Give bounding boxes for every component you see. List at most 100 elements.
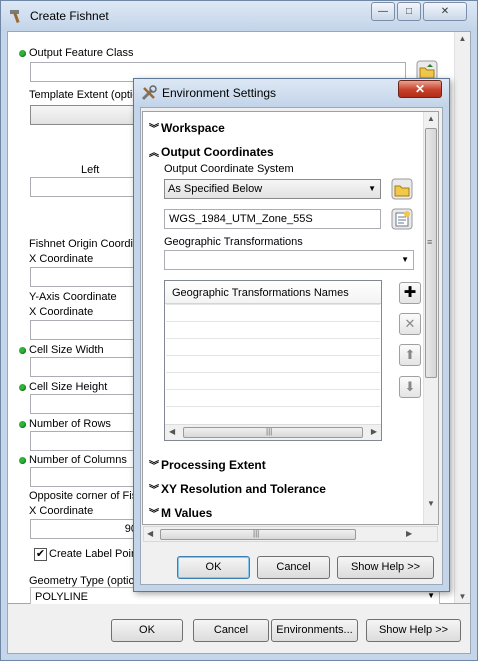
number-of-columns-label: Number of Columns [29, 454, 127, 466]
coordinate-mode-dropdown[interactable]: As Specified Below ▼ [164, 179, 381, 199]
chevron-down-icon: ▼ [401, 255, 409, 264]
fishnet-cancel-button[interactable]: Cancel [193, 619, 269, 642]
env-cancel-button[interactable]: Cancel [257, 556, 330, 579]
transformations-grid[interactable]: Geographic Transformations Names ◀ ||| ▶ [164, 280, 382, 441]
cell-size-width-label: Cell Size Width [29, 344, 104, 356]
cell-size-width-input[interactable] [30, 357, 140, 377]
number-of-rows-input[interactable] [30, 431, 140, 451]
env-title-bar[interactable]: Environment Settings ✕ [134, 79, 449, 107]
add-icon[interactable]: ✚ [399, 282, 421, 304]
origin-coordinate-label: Fishnet Origin Coordin [29, 238, 140, 250]
y-axis-x-label: X Coordinate [29, 306, 94, 318]
grid-scroll-thumb[interactable]: ||| [183, 427, 363, 438]
env-show-help-button[interactable]: Show Help >> [337, 556, 434, 579]
m-values-section-header[interactable]: ︾ M Values [149, 505, 212, 520]
minimize-button[interactable]: — [371, 2, 395, 21]
left-label: Left [81, 164, 100, 176]
table-row[interactable] [166, 338, 380, 355]
create-label-points-label: Create Label Poin [49, 548, 138, 560]
env-scroll-thumb[interactable]: ≡ [425, 128, 437, 378]
chevron-down-double-icon: ︾ [149, 509, 159, 520]
number-of-rows-label: Number of Rows [29, 418, 111, 430]
coordinate-mode-value: As Specified Below [168, 183, 263, 195]
transformations-grid-header: Geographic Transformations Names [165, 281, 381, 304]
geometry-type-value: POLYLINE [35, 591, 88, 603]
chevron-down-icon: ▼ [368, 184, 376, 193]
transformations-names-header: Geographic Transformations Names [172, 287, 349, 299]
grid-horizontal-scrollbar[interactable]: ◀ ||| ▶ [165, 424, 381, 440]
opposite-corner-label: Opposite corner of Fis [29, 490, 138, 502]
coordinate-system-value: WGS_1984_UTM_Zone_55S [169, 213, 313, 225]
output-feature-class-label: Output Feature Class [29, 47, 134, 59]
extent-left-input[interactable] [30, 177, 140, 197]
scroll-grip-icon: ≡ [427, 237, 433, 247]
env-vertical-scrollbar[interactable]: ▲ ≡ ▼ [423, 112, 438, 524]
env-close-button[interactable]: ✕ [398, 80, 442, 98]
coordinate-properties-icon[interactable] [391, 208, 413, 230]
table-row[interactable] [166, 406, 380, 423]
origin-x-label: X Coordinate [29, 253, 94, 265]
maximize-button[interactable]: □ [397, 2, 421, 21]
chevron-down-double-icon: ︾ [149, 485, 159, 496]
remove-icon[interactable]: ✕ [399, 313, 421, 335]
xy-resolution-section-header[interactable]: ︾ XY Resolution and Tolerance [149, 481, 326, 496]
environment-settings-dialog: Environment Settings ✕ ︾ Workspace ︽ Outpu… [133, 78, 450, 592]
scroll-left-arrow-icon[interactable]: ◀ [169, 427, 175, 436]
cell-size-height-input[interactable] [30, 394, 140, 414]
table-row[interactable] [166, 321, 380, 338]
environments-button[interactable]: Environments... [271, 619, 358, 642]
table-row[interactable] [166, 355, 380, 372]
workspace-section-header[interactable]: ︾ Workspace [149, 120, 225, 135]
env-horizontal-scrollbar[interactable]: ◀ ||| ▶ [143, 526, 438, 542]
create-label-points-checkbox[interactable]: ✔ [34, 548, 47, 561]
fishnet-button-bar: OK Cancel Environments... Show Help >> [7, 604, 471, 654]
move-down-icon[interactable]: ⬇ [399, 376, 421, 398]
env-settings-pane: ︾ Workspace ︽ Output Coordinates Output Co… [142, 111, 439, 525]
env-title: Environment Settings [162, 86, 277, 100]
y-axis-x-input[interactable] [30, 320, 140, 340]
table-row[interactable] [166, 389, 380, 406]
scroll-right-arrow-icon[interactable]: ▶ [406, 529, 412, 538]
scroll-down-arrow-icon[interactable]: ▼ [455, 592, 470, 601]
number-of-columns-input[interactable] [30, 467, 140, 487]
opposite-x-input[interactable]: 90 [30, 519, 140, 539]
tools-icon [141, 85, 157, 101]
opposite-x-label: X Coordinate [29, 505, 94, 517]
chevron-down-double-icon: ︾ [149, 124, 159, 135]
cell-size-height-label: Cell Size Height [29, 381, 108, 393]
move-up-icon[interactable]: ⬆ [399, 344, 421, 366]
required-dot-icon [19, 384, 26, 391]
fishnet-title-bar[interactable]: Create Fishnet — □ ✕ [1, 1, 477, 31]
scroll-right-arrow-icon[interactable]: ▶ [371, 427, 377, 436]
origin-x-input[interactable] [30, 267, 140, 287]
chevron-up-double-icon: ︽ [149, 148, 159, 159]
output-coordinates-section-header[interactable]: ︽ Output Coordinates [149, 144, 274, 159]
chevron-down-double-icon: ︾ [149, 461, 159, 472]
coordinate-system-input[interactable]: WGS_1984_UTM_Zone_55S [164, 209, 381, 229]
fishnet-ok-button[interactable]: OK [111, 619, 183, 642]
scroll-grip-icon: ||| [266, 427, 273, 436]
required-dot-icon [19, 457, 26, 464]
fishnet-title: Create Fishnet [30, 9, 109, 23]
table-row[interactable] [166, 304, 380, 321]
scroll-up-arrow-icon[interactable]: ▲ [424, 114, 438, 123]
fishnet-show-help-button[interactable]: Show Help >> [366, 619, 461, 642]
scroll-left-arrow-icon[interactable]: ◀ [147, 529, 153, 538]
template-extent-dropdown[interactable] [30, 105, 140, 125]
scroll-down-arrow-icon[interactable]: ▼ [424, 499, 438, 508]
table-row[interactable] [166, 372, 380, 389]
geographic-transformation-dropdown[interactable]: ▼ [164, 250, 414, 270]
folder-open-icon[interactable] [391, 178, 413, 200]
scroll-up-arrow-icon[interactable]: ▲ [455, 34, 470, 43]
fishnet-vertical-scrollbar[interactable]: ▲ ▼ [454, 32, 470, 603]
hammer-icon [10, 10, 20, 24]
scroll-grip-icon: ||| [253, 529, 260, 538]
env-ok-button[interactable]: OK [177, 556, 250, 579]
required-dot-icon [19, 421, 26, 428]
fishnet-close-button[interactable]: ✕ [423, 2, 467, 21]
chevron-down-icon: ▼ [427, 591, 435, 600]
env-hscroll-thumb[interactable]: ||| [160, 529, 356, 540]
processing-extent-section-header[interactable]: ︾ Processing Extent [149, 457, 266, 472]
required-dot-icon [19, 347, 26, 354]
output-coordinate-system-label: Output Coordinate System [164, 163, 294, 175]
